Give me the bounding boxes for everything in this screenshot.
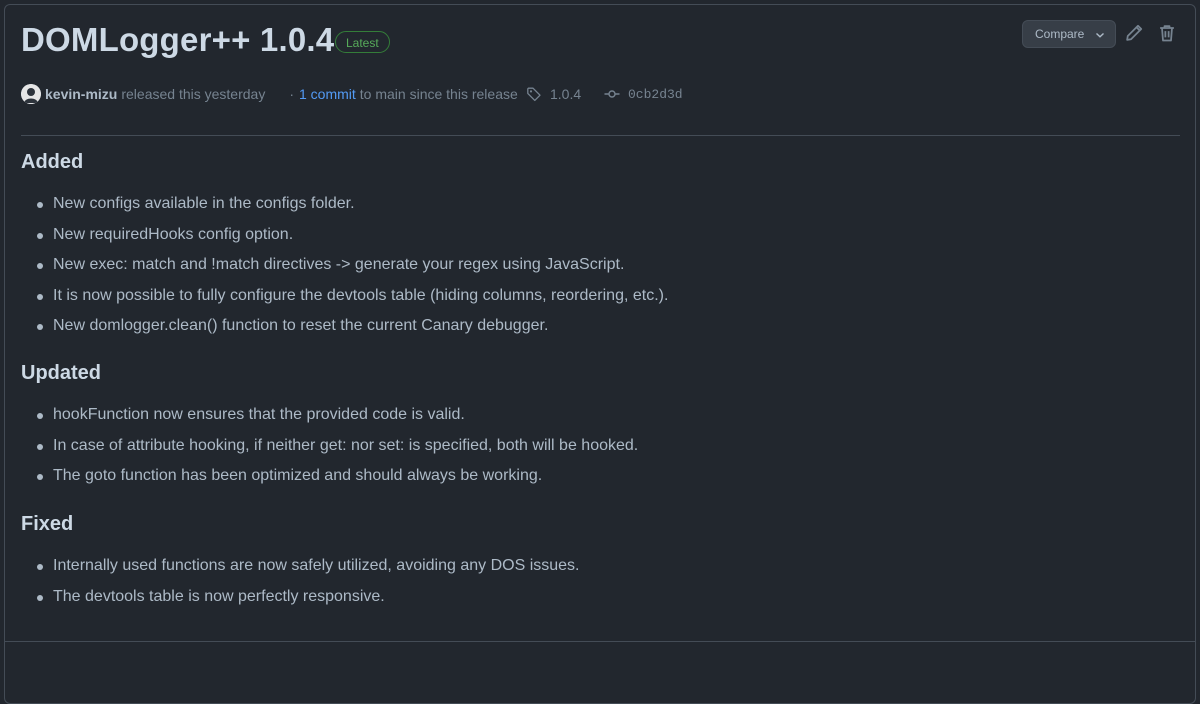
tag-link[interactable]: 1.0.4 — [526, 84, 581, 104]
commit-suffix: to main since this release — [359, 86, 518, 102]
trash-icon[interactable] — [1157, 23, 1177, 43]
heading-fixed: Fixed — [21, 513, 74, 535]
list-item: hookFunction now ensures that the provid… — [21, 404, 638, 435]
list-item: New exec: match and !match directives ->… — [21, 254, 668, 285]
list-item: The devtools table is now perfectly resp… — [21, 586, 580, 617]
avatar[interactable] — [21, 84, 41, 104]
commit-icon — [604, 90, 620, 98]
latest-badge: Latest — [335, 31, 390, 53]
compare-button[interactable]: Compare — [1022, 20, 1116, 48]
list-item: It is now possible to fully configure th… — [21, 285, 668, 316]
list-item: New configs available in the configs fol… — [21, 193, 668, 224]
separator-dot: · — [289, 86, 294, 102]
list-item: New requiredHooks config option. — [21, 224, 668, 255]
pencil-icon[interactable] — [1124, 23, 1144, 43]
fixed-list: Internally used functions are now safely… — [21, 555, 580, 616]
tag-icon — [527, 87, 541, 102]
updated-list: hookFunction now ensures that the provid… — [21, 404, 638, 496]
commit-link[interactable]: 1 commit — [299, 86, 356, 102]
commit-sha: 0cb2d3d — [628, 86, 683, 102]
compare-label: Compare — [1035, 27, 1085, 41]
list-item: New domlogger.clean() function to reset … — [21, 315, 668, 346]
tag-label: 1.0.4 — [550, 86, 582, 102]
list-item: In case of attribute hooking, if neither… — [21, 435, 638, 466]
commit-sha-link[interactable]: 0cb2d3d — [604, 84, 683, 104]
author-link[interactable]: kevin-mizu — [45, 86, 117, 102]
chevron-down-icon — [1096, 32, 1104, 38]
release-meta: kevin-mizu released this yesterday · 1 c… — [21, 84, 518, 104]
heading-updated: Updated — [21, 362, 101, 384]
heading-added: Added — [21, 151, 84, 173]
footer-divider — [4, 641, 1196, 642]
added-list: New configs available in the configs fol… — [21, 193, 668, 346]
header-divider — [21, 135, 1180, 136]
list-item: The goto function has been optimized and… — [21, 465, 638, 496]
release-title: DOMLogger++ 1.0.4 — [21, 21, 335, 58]
list-item: Internally used functions are now safely… — [21, 555, 580, 586]
released-text: released this yesterday — [121, 86, 266, 102]
